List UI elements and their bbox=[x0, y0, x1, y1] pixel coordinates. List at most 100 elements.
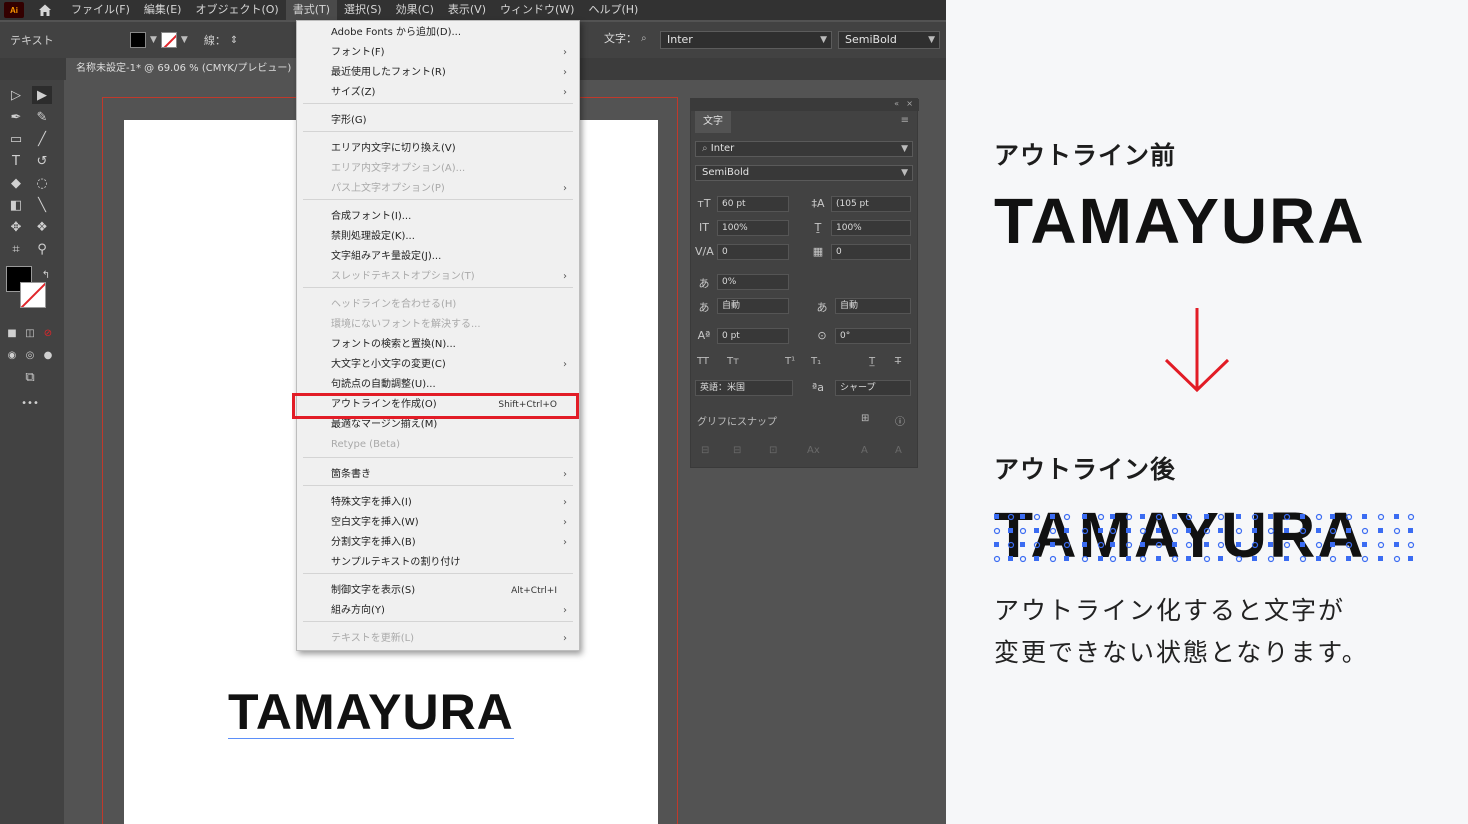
font-family-select[interactable]: Inter ▼ bbox=[660, 31, 832, 49]
brush-tool-icon[interactable]: ╱ bbox=[32, 130, 52, 148]
snap-xheight-icon[interactable]: ⊟ bbox=[733, 445, 741, 456]
collapse-icon[interactable]: « bbox=[894, 99, 899, 108]
anti-alias-select[interactable]: シャープ bbox=[835, 380, 911, 396]
menu-item[interactable]: 文字組みアキ量設定(J)... bbox=[297, 247, 579, 267]
stroke-stepper-icon[interactable]: ⇕ bbox=[230, 35, 238, 46]
screen-mode-icon[interactable]: ⧉ bbox=[20, 368, 40, 386]
subscript-icon[interactable]: T₁ bbox=[811, 356, 821, 367]
close-icon[interactable]: × bbox=[906, 99, 913, 108]
gradient-tool-icon[interactable]: ◧ bbox=[6, 196, 26, 214]
superscript-icon[interactable]: T¹ bbox=[785, 356, 795, 367]
symbol-tool-icon[interactable]: ❖ bbox=[32, 218, 52, 236]
eyedropper-tool-icon[interactable]: ╲ bbox=[32, 196, 52, 214]
menu-item[interactable]: 合成フォント(I)... bbox=[297, 207, 579, 227]
panel-menu-icon[interactable]: ≡ bbox=[901, 115, 909, 126]
draw-normal-icon[interactable]: ◉ bbox=[2, 346, 22, 364]
home-icon[interactable] bbox=[38, 3, 52, 17]
artboard-tool-icon[interactable]: ⌗ bbox=[6, 240, 26, 258]
menu-type[interactable]: 書式(T) bbox=[285, 0, 338, 20]
menu-item[interactable]: 大文字と小文字の変更(C) › bbox=[297, 355, 579, 375]
menu-item[interactable]: 字形(G) bbox=[297, 111, 579, 131]
all-caps-icon[interactable]: TT bbox=[697, 356, 709, 367]
character-rotation-field[interactable]: 0° bbox=[835, 328, 911, 344]
selection-tool-icon[interactable]: ▷ bbox=[6, 86, 26, 104]
chevron-down-icon[interactable]: ▼ bbox=[150, 35, 157, 45]
underline-icon[interactable]: T̲ bbox=[869, 356, 875, 367]
panel-font-family-select[interactable]: ⌕ Inter ▼ bbox=[695, 141, 913, 157]
menu-item[interactable]: フォント(F) › bbox=[297, 43, 579, 63]
document-tab[interactable]: 名称未設定-1* @ 69.06 % (CMYK/プレビュー) bbox=[66, 58, 302, 80]
font-size-field[interactable]: 60 pt bbox=[717, 196, 789, 212]
menu-item[interactable]: サンプルテキストの割り付け bbox=[297, 553, 579, 573]
menu-item[interactable]: エリア内文字に切り換え(V) bbox=[297, 139, 579, 159]
tab-character[interactable]: 文字 bbox=[695, 111, 731, 133]
draw-behind-icon[interactable]: ◎ bbox=[20, 346, 40, 364]
vertical-scale-field[interactable]: 100% bbox=[717, 220, 789, 236]
snap-angular-icon[interactable]: A bbox=[861, 445, 868, 456]
menu-object[interactable]: オブジェクト(O) bbox=[188, 0, 285, 20]
menu-window[interactable]: ウィンドウ(W) bbox=[493, 0, 581, 20]
stroke-swatch[interactable] bbox=[160, 32, 177, 48]
menu-item[interactable]: 制御文字を表示(S) Alt+Ctrl+I bbox=[297, 581, 579, 601]
small-caps-icon[interactable]: Tᴛ bbox=[727, 356, 739, 367]
menu-item[interactable]: サイズ(Z) › bbox=[297, 83, 579, 103]
aki-right-field[interactable]: 自動 bbox=[835, 298, 911, 314]
strikethrough-icon[interactable]: T̶ bbox=[895, 356, 901, 367]
info-icon[interactable]: ⓘ bbox=[895, 413, 905, 428]
curvature-tool-icon[interactable]: ✎ bbox=[32, 108, 52, 126]
tsume-field[interactable]: 0% bbox=[717, 274, 789, 290]
menu-item[interactable]: 組み方向(Y) › bbox=[297, 601, 579, 621]
artboard-text[interactable]: TAMAYURA bbox=[228, 686, 514, 739]
menu-file[interactable]: ファイル(F) bbox=[64, 0, 137, 20]
type-tool-icon[interactable]: T bbox=[6, 152, 26, 170]
snap-proximity-icon[interactable]: Ax bbox=[807, 445, 820, 456]
handle-point bbox=[1081, 555, 1089, 563]
stroke-color-box[interactable] bbox=[20, 282, 46, 308]
menu-item[interactable]: フォントの検索と置換(N)... bbox=[297, 335, 579, 355]
more-tools-icon[interactable]: ••• bbox=[20, 394, 40, 412]
menu-effect[interactable]: 効果(C) bbox=[389, 0, 441, 20]
swap-colors-icon[interactable]: ↰ bbox=[36, 266, 56, 284]
tracking-field[interactable]: 0 bbox=[831, 244, 911, 260]
fill-swatch[interactable] bbox=[130, 32, 146, 48]
snap-baseline-icon[interactable]: ⊟ bbox=[701, 445, 709, 456]
snap-options-icon[interactable]: ⊞ bbox=[861, 413, 869, 424]
snap-glyph-bounds-icon[interactable]: ⊡ bbox=[769, 445, 777, 456]
menu-item[interactable]: 特殊文字を挿入(I) › bbox=[297, 493, 579, 513]
horizontal-scale-field[interactable]: 100% bbox=[831, 220, 911, 236]
leading-field[interactable]: (105 pt bbox=[831, 196, 911, 212]
eraser-tool-icon[interactable]: ◆ bbox=[6, 174, 26, 192]
menu-item[interactable]: 空白文字を挿入(W) › bbox=[297, 513, 579, 533]
blend-tool-icon[interactable]: ✥ bbox=[6, 218, 26, 236]
menu-edit[interactable]: 編集(E) bbox=[137, 0, 189, 20]
font-style-select[interactable]: SemiBold ▼ bbox=[838, 31, 940, 49]
lasso-tool-icon[interactable]: ◌ bbox=[32, 174, 52, 192]
baseline-shift-field[interactable]: 0 pt bbox=[717, 328, 789, 344]
chevron-down-icon[interactable]: ▼ bbox=[181, 35, 188, 45]
rectangle-tool-icon[interactable]: ▭ bbox=[6, 130, 26, 148]
menu-item[interactable]: Adobe Fonts から追加(D)... bbox=[297, 23, 579, 43]
pen-tool-icon[interactable]: ✒ bbox=[6, 108, 26, 126]
menu-select[interactable]: 選択(S) bbox=[337, 0, 389, 20]
menu-item[interactable]: 最近使用したフォント(R) › bbox=[297, 63, 579, 83]
panel-font-style-select[interactable]: SemiBold ▼ bbox=[695, 165, 913, 181]
color-mode-icon[interactable]: ■ bbox=[2, 324, 22, 342]
zoom-tool-icon[interactable]: ⚲ bbox=[32, 240, 52, 258]
gradient-mode-icon[interactable]: ◫ bbox=[20, 324, 40, 342]
kerning-field[interactable]: 0 bbox=[717, 244, 789, 260]
menu-item[interactable]: 箇条書き › bbox=[297, 465, 579, 485]
menu-item[interactable]: 分割文字を挿入(B) › bbox=[297, 533, 579, 553]
menu-help[interactable]: ヘルプ(H) bbox=[581, 0, 645, 20]
rotate-tool-icon[interactable]: ↺ bbox=[32, 152, 52, 170]
none-mode-icon[interactable]: ⊘ bbox=[38, 324, 58, 342]
direct-selection-tool-icon[interactable]: ▶ bbox=[32, 86, 52, 104]
panel-header[interactable]: « × bbox=[691, 99, 919, 111]
menu-view[interactable]: 表示(V) bbox=[441, 0, 493, 20]
horizontal-scale-icon: Ṯ bbox=[814, 221, 822, 234]
menu-item[interactable]: 禁則処理設定(K)... bbox=[297, 227, 579, 247]
draw-inside-icon[interactable]: ● bbox=[38, 346, 58, 364]
language-select[interactable]: 英語：米国 bbox=[695, 380, 793, 396]
menu-item[interactable]: 句読点の自動調整(U)... bbox=[297, 375, 579, 395]
aki-left-field[interactable]: 自動 bbox=[717, 298, 789, 314]
snap-anchor-icon[interactable]: A bbox=[895, 445, 902, 456]
